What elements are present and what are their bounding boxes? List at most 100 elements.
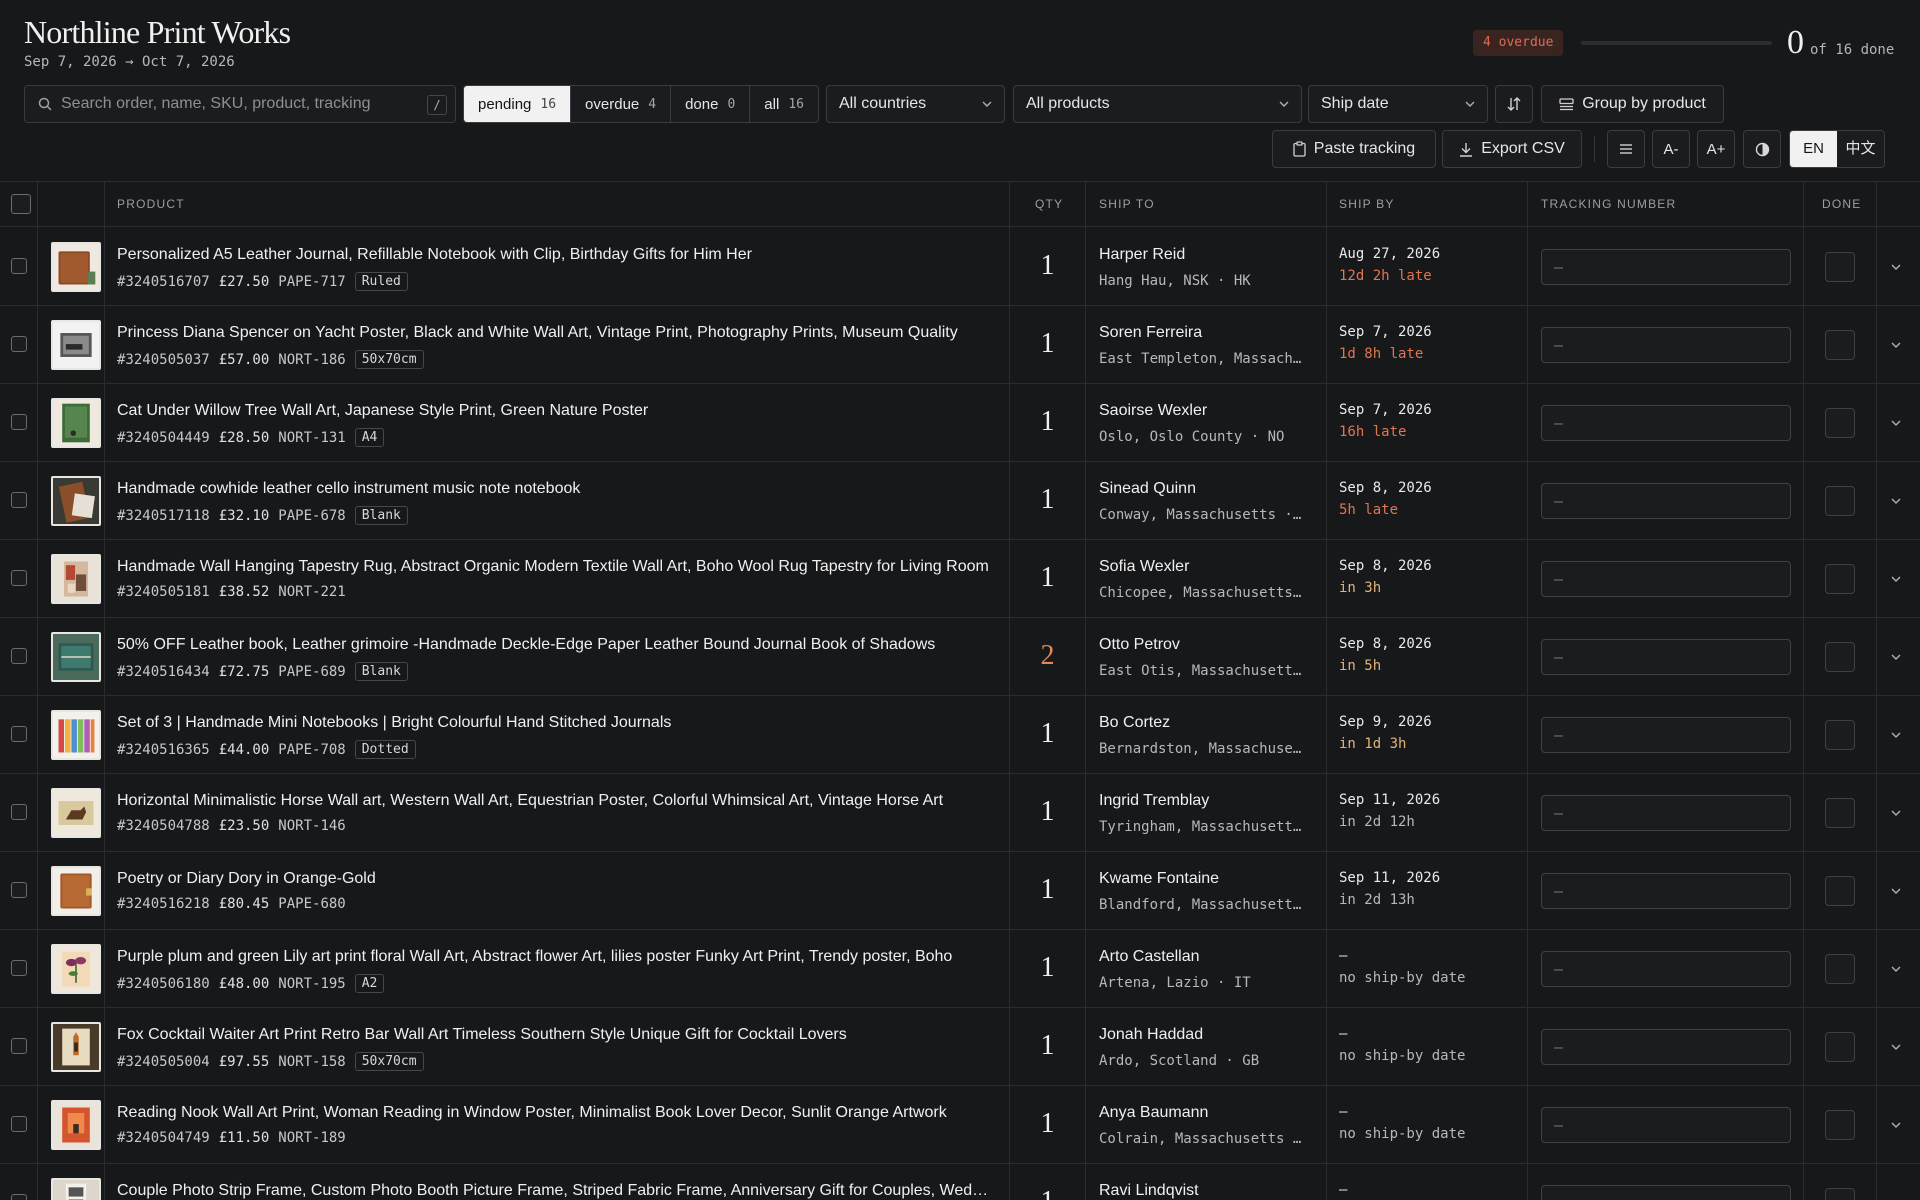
font-larger-button[interactable]: A+ — [1697, 130, 1735, 168]
table-row[interactable]: Handmade Wall Hanging Tapestry Rug, Abst… — [0, 540, 1920, 618]
lang-zh-button[interactable]: 中文 — [1837, 131, 1884, 167]
tracking-input[interactable] — [1541, 639, 1791, 675]
product-title[interactable]: Poetry or Diary Dory in Orange-Gold — [117, 870, 997, 888]
chevron-down-icon[interactable] — [1890, 730, 1902, 740]
done-checkbox[interactable] — [1825, 330, 1855, 360]
tracking-input[interactable] — [1541, 951, 1791, 987]
tracking-input[interactable] — [1541, 483, 1791, 519]
done-checkbox[interactable] — [1825, 408, 1855, 438]
search-input[interactable] — [61, 86, 441, 122]
tracking-input[interactable] — [1541, 795, 1791, 831]
lang-en-button[interactable]: EN — [1790, 131, 1837, 167]
product-thumbnail[interactable] — [51, 944, 101, 994]
product-title[interactable]: Princess Diana Spencer on Yacht Poster, … — [117, 324, 997, 342]
product-thumbnail[interactable] — [51, 554, 101, 604]
tracking-input[interactable] — [1541, 873, 1791, 909]
country-select[interactable]: All countries — [826, 85, 1005, 123]
tracking-input[interactable] — [1541, 249, 1791, 285]
row-checkbox[interactable] — [11, 492, 27, 508]
product-thumbnail[interactable] — [51, 242, 101, 292]
product-title[interactable]: Fox Cocktail Waiter Art Print Retro Bar … — [117, 1026, 997, 1044]
chevron-down-icon[interactable] — [1890, 340, 1902, 350]
table-row[interactable]: Handmade cowhide leather cello instrumen… — [0, 462, 1920, 540]
product-thumbnail[interactable] — [51, 1022, 101, 1072]
chevron-down-icon[interactable] — [1890, 496, 1902, 506]
product-title[interactable]: Handmade cowhide leather cello instrumen… — [117, 480, 997, 498]
tracking-input[interactable] — [1541, 561, 1791, 597]
column-header-tracking[interactable]: TRACKING NUMBER — [1541, 182, 1676, 226]
chevron-down-icon[interactable] — [1890, 652, 1902, 662]
tracking-input[interactable] — [1541, 1185, 1791, 1200]
column-header-product[interactable]: PRODUCT — [117, 182, 185, 226]
export-csv-button[interactable]: Export CSV — [1442, 130, 1582, 168]
chevron-down-icon[interactable] — [1890, 262, 1902, 272]
product-title[interactable]: Reading Nook Wall Art Print, Woman Readi… — [117, 1104, 997, 1122]
product-thumbnail[interactable] — [51, 398, 101, 448]
tracking-input[interactable] — [1541, 1107, 1791, 1143]
product-title[interactable]: Handmade Wall Hanging Tapestry Rug, Abst… — [117, 558, 997, 576]
table-row[interactable]: Cat Under Willow Tree Wall Art, Japanese… — [0, 384, 1920, 462]
done-checkbox[interactable] — [1825, 486, 1855, 516]
tracking-input[interactable] — [1541, 405, 1791, 441]
row-checkbox[interactable] — [11, 1194, 27, 1200]
done-checkbox[interactable] — [1825, 1110, 1855, 1140]
tracking-input[interactable] — [1541, 327, 1791, 363]
sort-select[interactable]: Ship date — [1308, 85, 1488, 123]
contrast-toggle-button[interactable] — [1743, 130, 1781, 168]
product-thumbnail[interactable] — [51, 1100, 101, 1150]
done-checkbox[interactable] — [1825, 720, 1855, 750]
product-title[interactable]: Personalized A5 Leather Journal, Refilla… — [117, 246, 997, 264]
tab-done[interactable]: done 0 — [671, 86, 751, 122]
table-row[interactable]: Princess Diana Spencer on Yacht Poster, … — [0, 306, 1920, 384]
chevron-down-icon[interactable] — [1890, 808, 1902, 818]
product-thumbnail[interactable] — [51, 1178, 101, 1200]
column-header-qty[interactable]: QTY — [1035, 182, 1063, 226]
product-thumbnail[interactable] — [51, 632, 101, 682]
column-header-done[interactable]: DONE — [1822, 182, 1861, 226]
product-thumbnail[interactable] — [51, 866, 101, 916]
table-row[interactable]: Personalized A5 Leather Journal, Refilla… — [0, 228, 1920, 306]
row-checkbox[interactable] — [11, 648, 27, 664]
tracking-input[interactable] — [1541, 1029, 1791, 1065]
chevron-down-icon[interactable] — [1890, 886, 1902, 896]
row-checkbox[interactable] — [11, 960, 27, 976]
product-title[interactable]: Horizontal Minimalistic Horse Wall art, … — [117, 792, 997, 810]
tracking-input[interactable] — [1541, 717, 1791, 753]
row-checkbox[interactable] — [11, 414, 27, 430]
done-checkbox[interactable] — [1825, 642, 1855, 672]
row-checkbox[interactable] — [11, 570, 27, 586]
group-by-product-button[interactable]: Group by product — [1541, 85, 1724, 123]
density-button[interactable] — [1607, 130, 1645, 168]
select-all-checkbox[interactable] — [11, 194, 31, 214]
done-checkbox[interactable] — [1825, 798, 1855, 828]
sort-direction-button[interactable] — [1495, 85, 1533, 123]
table-row[interactable]: Horizontal Minimalistic Horse Wall art, … — [0, 774, 1920, 852]
product-thumbnail[interactable] — [51, 476, 101, 526]
product-select[interactable]: All products — [1013, 85, 1302, 123]
chevron-down-icon[interactable] — [1890, 1120, 1902, 1130]
product-title[interactable]: 50% OFF Leather book, Leather grimoire -… — [117, 636, 997, 654]
row-checkbox[interactable] — [11, 1116, 27, 1132]
chevron-down-icon[interactable] — [1890, 964, 1902, 974]
row-checkbox[interactable] — [11, 1038, 27, 1054]
row-checkbox[interactable] — [11, 336, 27, 352]
product-title[interactable]: Purple plum and green Lily art print flo… — [117, 948, 997, 966]
product-title[interactable]: Cat Under Willow Tree Wall Art, Japanese… — [117, 402, 997, 420]
product-title[interactable]: Set of 3 | Handmade Mini Notebooks | Bri… — [117, 714, 997, 732]
tab-pending[interactable]: pending 16 — [464, 86, 572, 122]
row-checkbox[interactable] — [11, 726, 27, 742]
done-checkbox[interactable] — [1825, 1188, 1855, 1200]
chevron-down-icon[interactable] — [1890, 418, 1902, 428]
product-thumbnail[interactable] — [51, 710, 101, 760]
row-checkbox[interactable] — [11, 882, 27, 898]
done-checkbox[interactable] — [1825, 564, 1855, 594]
table-row[interactable]: Couple Photo Strip Frame, Custom Photo B… — [0, 1164, 1920, 1200]
table-row[interactable]: Reading Nook Wall Art Print, Woman Readi… — [0, 1086, 1920, 1164]
done-checkbox[interactable] — [1825, 954, 1855, 984]
table-row[interactable]: Poetry or Diary Dory in Orange-Gold #3240… — [0, 852, 1920, 930]
tab-overdue[interactable]: overdue 4 — [571, 86, 672, 122]
paste-tracking-button[interactable]: Paste tracking — [1272, 130, 1436, 168]
done-checkbox[interactable] — [1825, 1032, 1855, 1062]
chevron-down-icon[interactable] — [1890, 1042, 1902, 1052]
row-checkbox[interactable] — [11, 258, 27, 274]
